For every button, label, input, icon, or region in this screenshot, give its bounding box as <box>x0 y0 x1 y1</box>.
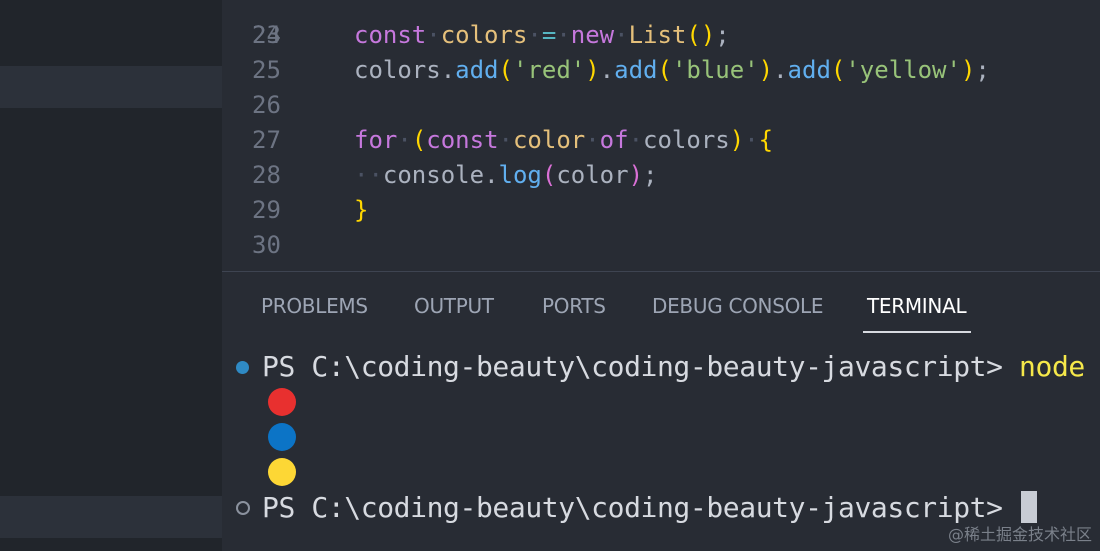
code-token: · <box>556 21 571 49</box>
code-token: · <box>426 21 441 49</box>
code-token: ) <box>729 126 745 154</box>
code-token: ; <box>715 21 730 49</box>
line-number: 25 <box>252 56 281 84</box>
code-token: · <box>628 126 644 154</box>
output-circle-red <box>268 388 296 416</box>
code-token: { <box>758 126 774 154</box>
code-line: 26 <box>222 88 1100 123</box>
line-number: 27 <box>252 126 281 154</box>
code-text: ··console.log(color); <box>354 158 657 193</box>
terminal-prompt: PS C:\coding-beauty\coding-beauty-javasc… <box>262 350 1020 383</box>
code-line: 29} <box>222 193 1100 228</box>
output-circle-yellow <box>268 458 296 486</box>
code-token: colors <box>354 56 441 84</box>
code-text: for·(const·color·of·colors)·{ <box>354 123 773 158</box>
code-line: 27 for·(const·color·of·colors)·{ <box>222 123 1100 158</box>
code-token: ) <box>628 161 644 189</box>
sidebar-item[interactable] <box>0 496 222 538</box>
code-token: ( <box>498 56 513 84</box>
code-line: 23 <box>222 0 1100 49</box>
code-token: ) <box>758 56 774 84</box>
code-token: · <box>527 21 542 49</box>
code-token: new <box>570 21 615 49</box>
code-token: add <box>787 56 831 84</box>
code-token: 'blue' <box>671 56 759 84</box>
code-token: add <box>455 56 499 84</box>
code-token: color <box>512 126 586 154</box>
terminal-prompt: PS C:\coding-beauty\coding-beauty-javasc… <box>262 491 1020 524</box>
code-token: ( <box>411 126 427 154</box>
code-token: } <box>354 196 369 224</box>
code-token: · <box>397 126 412 154</box>
code-token: colors <box>440 21 528 49</box>
code-token: . <box>773 56 788 84</box>
code-line: 30 <box>222 228 1100 263</box>
terminal-cursor <box>1021 491 1037 523</box>
active-tab-indicator <box>863 331 971 333</box>
code-token: ) <box>585 56 600 84</box>
terminal-command: node <box>1019 350 1085 383</box>
line-number: 30 <box>252 231 281 259</box>
code-token: List <box>628 21 687 49</box>
code-line: 25 colors.add('red').add('blue').add('yel… <box>222 53 1100 88</box>
code-token: ( <box>830 56 846 84</box>
code-token: ( <box>541 161 557 189</box>
output-circle-blue <box>268 423 296 451</box>
watermark: @稀土掘金技术社区 <box>947 525 1092 544</box>
code-line: 28 ··console.log(color); <box>222 158 1100 193</box>
code-token: . <box>440 56 456 84</box>
line-number: 24 <box>252 21 281 49</box>
code-token: 'yellow' <box>845 56 961 84</box>
sidebar-selected-item[interactable] <box>0 66 222 108</box>
code-token: = <box>541 21 557 49</box>
code-token: . <box>599 56 615 84</box>
code-token: · <box>498 126 513 154</box>
code-token: · <box>744 126 759 154</box>
code-text: const·colors·=·new·List(); <box>354 18 730 53</box>
tab-ports[interactable]: PORTS <box>542 294 606 318</box>
terminal-line-1: PS C:\coding-beauty\coding-beauty-javasc… <box>262 349 1085 385</box>
code-token: ; <box>643 161 658 189</box>
code-token: · <box>614 21 629 49</box>
tab-problems[interactable]: PROBLEMS <box>261 294 368 318</box>
code-token: const <box>426 126 499 154</box>
tab-output[interactable]: OUTPUT <box>414 294 494 318</box>
code-text: colors.add('red').add('blue').add('yello… <box>354 53 990 88</box>
code-token: console <box>382 161 485 189</box>
code-line: 24 const·colors·=·new·List(); <box>222 18 1100 53</box>
line-number: 29 <box>252 196 281 224</box>
code-token: . <box>484 161 499 189</box>
tab-debug-console[interactable]: DEBUG CONSOLE <box>652 294 824 318</box>
code-token: () <box>686 21 716 49</box>
code-token: log <box>498 161 542 189</box>
panel-tabs: PROBLEMS OUTPUT PORTS DEBUG CONSOLE TERM… <box>222 272 1100 333</box>
explorer-sidebar <box>0 0 222 551</box>
code-token: add <box>614 56 658 84</box>
code-editor[interactable]: 23 24 const·colors·=·new·List(); 25 colors.… <box>222 0 1100 272</box>
code-token: ·· <box>354 161 383 189</box>
code-token: 'red' <box>512 56 586 84</box>
code-token: of <box>599 126 629 154</box>
tab-terminal[interactable]: TERMINAL <box>867 294 967 318</box>
code-token: ( <box>657 56 672 84</box>
terminal-line-2: PS C:\coding-beauty\coding-beauty-javasc… <box>262 490 1019 526</box>
bottom-panel: PROBLEMS OUTPUT PORTS DEBUG CONSOLE TERM… <box>222 272 1100 551</box>
code-token: ) <box>960 56 976 84</box>
line-number: 28 <box>252 161 281 189</box>
code-token: color <box>556 161 629 189</box>
code-token: colors <box>643 126 730 154</box>
line-number: 26 <box>252 91 281 119</box>
code-token: · <box>585 126 600 154</box>
command-success-dot[interactable] <box>236 361 249 374</box>
command-pending-dot[interactable] <box>236 501 250 515</box>
code-token: const <box>354 21 427 49</box>
code-token: ; <box>975 56 990 84</box>
code-token: for <box>354 126 398 154</box>
code-text: } <box>354 193 368 228</box>
